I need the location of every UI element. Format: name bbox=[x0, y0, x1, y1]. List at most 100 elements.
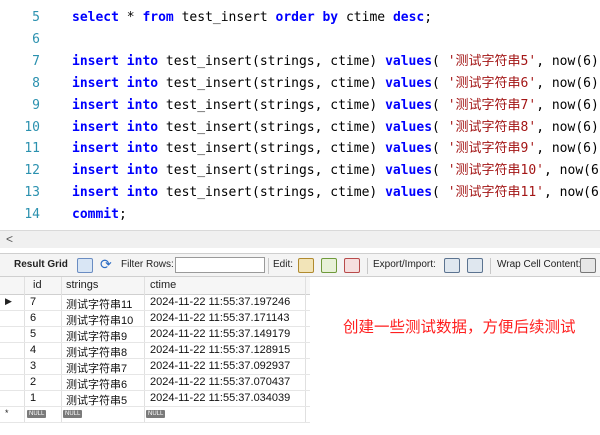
code-line[interactable]: 13 insert into test_insert(strings, ctime… bbox=[0, 182, 600, 203]
new-row[interactable]: * NULL NULL NULL bbox=[0, 407, 310, 423]
table-cell-id[interactable]: 7 bbox=[30, 296, 36, 308]
table-row[interactable]: 4 测试字符串8 2024-11-22 11:55:37.128915 bbox=[0, 343, 310, 359]
sql-keyword: values bbox=[385, 141, 433, 157]
table-cell-ctime[interactable]: 2024-11-22 11:55:37.092937 bbox=[150, 360, 290, 372]
scroll-left-icon[interactable]: < bbox=[6, 232, 13, 246]
line-number: 12 bbox=[24, 163, 40, 179]
sql-text: test_insert(strings, ctime) bbox=[158, 141, 386, 157]
sql-keyword: select bbox=[72, 10, 119, 25]
edit-row-icon[interactable] bbox=[298, 258, 314, 273]
sql-keyword: insert into bbox=[72, 141, 159, 157]
table-cell-strings[interactable]: 测试字符串10 bbox=[66, 312, 133, 328]
sql-keyword: values bbox=[385, 185, 433, 201]
table-cell-strings[interactable]: 测试字符串6 bbox=[66, 376, 127, 392]
table-cell-id[interactable]: 1 bbox=[30, 392, 36, 404]
table-cell-id[interactable]: 5 bbox=[30, 328, 36, 340]
filter-rows-input[interactable] bbox=[175, 257, 265, 273]
line-number: 10 bbox=[24, 119, 40, 135]
sql-text: , now(6)); bbox=[544, 185, 600, 201]
sql-string: '测试字符串11' bbox=[447, 185, 545, 201]
table-cell-ctime[interactable]: 2024-11-22 11:55:37.149179 bbox=[150, 328, 290, 340]
refresh-icon[interactable]: ⟳ bbox=[100, 256, 116, 272]
sql-text: ( bbox=[432, 163, 448, 179]
edit-label: Edit: bbox=[273, 259, 294, 270]
sql-text: ( bbox=[432, 185, 448, 201]
result-grid[interactable]: id strings ctime ▶ 7 测试字符串11 2024-11-22 11:… bbox=[0, 277, 310, 423]
table-cell-id[interactable]: 6 bbox=[30, 312, 36, 324]
code-line[interactable]: 6 bbox=[0, 29, 600, 50]
table-cell-ctime[interactable]: 2024-11-22 11:55:37.070437 bbox=[150, 376, 290, 388]
sql-text: test_insert(strings, ctime) bbox=[158, 119, 386, 135]
code-text: insert into test_insert(strings, ctime) … bbox=[72, 160, 600, 181]
table-cell-strings[interactable]: 测试字符串7 bbox=[66, 360, 127, 376]
table-cell-id[interactable]: 4 bbox=[30, 344, 36, 356]
code-text: commit; bbox=[72, 204, 127, 225]
code-text: insert into test_insert(strings, ctime) … bbox=[72, 73, 600, 94]
line-number: 9 bbox=[32, 97, 40, 113]
export-icon[interactable] bbox=[444, 258, 460, 273]
table-cell-strings[interactable]: 测试字符串9 bbox=[66, 328, 127, 344]
table-cell-ctime[interactable]: 2024-11-22 11:55:37.197246 bbox=[150, 296, 290, 308]
sql-text: , now(6)); bbox=[544, 163, 600, 179]
result-grid-tab[interactable]: Result Grid bbox=[14, 259, 68, 270]
code-line[interactable]: 10 insert into test_insert(strings, ctime… bbox=[0, 117, 600, 138]
column-header-ctime[interactable]: ctime bbox=[150, 279, 176, 291]
null-badge: NULL bbox=[27, 410, 47, 418]
sql-text: test_insert bbox=[173, 10, 276, 25]
result-toolbar: Result Grid ⟳ Filter Rows: Edit: Export/… bbox=[0, 253, 600, 277]
sql-keyword: values bbox=[385, 163, 433, 179]
table-row[interactable]: 2 测试字符串6 2024-11-22 11:55:37.070437 bbox=[0, 375, 310, 391]
table-row[interactable]: ▶ 7 测试字符串11 2024-11-22 11:55:37.197246 bbox=[0, 295, 310, 311]
wrap-cell-label: Wrap Cell Content: bbox=[497, 259, 582, 270]
table-row[interactable]: 3 测试字符串7 2024-11-22 11:55:37.092937 bbox=[0, 359, 310, 375]
sql-keyword: insert into bbox=[72, 119, 159, 135]
code-line[interactable]: 9 insert into test_insert(strings, ctime)… bbox=[0, 95, 600, 116]
table-cell-ctime[interactable]: 2024-11-22 11:55:37.171143 bbox=[150, 312, 289, 324]
table-cell-id[interactable]: 2 bbox=[30, 376, 36, 388]
table-cell-ctime[interactable]: 2024-11-22 11:55:37.034039 bbox=[150, 392, 290, 404]
filter-rows-label: Filter Rows: bbox=[121, 259, 174, 270]
table-row[interactable]: 1 测试字符串5 2024-11-22 11:55:37.034039 bbox=[0, 391, 310, 407]
sql-keyword: insert into bbox=[72, 185, 159, 201]
code-line[interactable]: 11 insert into test_insert(strings, ctime… bbox=[0, 138, 600, 159]
sql-text: ; bbox=[118, 207, 127, 223]
table-cell-strings[interactable]: 测试字符串11 bbox=[66, 296, 132, 312]
table-cell-strings[interactable]: 测试字符串8 bbox=[66, 344, 127, 360]
sql-text: ( bbox=[432, 53, 448, 69]
column-header-strings[interactable]: strings bbox=[66, 279, 98, 291]
column-header-id[interactable]: id bbox=[33, 279, 42, 291]
sql-string: '测试字符串6' bbox=[447, 75, 537, 91]
table-cell-id[interactable]: 3 bbox=[30, 360, 36, 372]
import-icon[interactable] bbox=[467, 258, 483, 273]
sql-text: * bbox=[118, 10, 143, 25]
code-line[interactable]: 7 insert into test_insert(strings, ctime)… bbox=[0, 51, 600, 72]
table-row[interactable]: 5 测试字符串9 2024-11-22 11:55:37.149179 bbox=[0, 327, 310, 343]
sql-text: ( bbox=[432, 97, 448, 113]
line-number: 6 bbox=[32, 31, 40, 47]
toolbar-divider bbox=[268, 258, 269, 274]
code-line[interactable]: 12 insert into test_insert(strings, ctime… bbox=[0, 160, 600, 181]
sql-string: '测试字符串5' bbox=[447, 53, 537, 69]
sql-string: '测试字符串8' bbox=[447, 119, 537, 135]
sql-keyword: insert into bbox=[72, 75, 159, 91]
sql-text: test_insert(strings, ctime) bbox=[158, 75, 386, 91]
sql-editor[interactable]: 5 select * from test_insert order by ctim… bbox=[0, 0, 600, 230]
new-row-marker: * bbox=[5, 408, 9, 418]
add-row-icon[interactable] bbox=[321, 258, 337, 273]
code-line[interactable]: 14 commit; bbox=[0, 204, 600, 225]
wrap-cell-icon[interactable] bbox=[580, 258, 596, 273]
table-cell-strings[interactable]: 测试字符串5 bbox=[66, 392, 127, 408]
sql-string: '测试字符串7' bbox=[447, 97, 537, 113]
code-line[interactable]: 8 insert into test_insert(strings, ctime)… bbox=[0, 73, 600, 94]
delete-row-icon[interactable] bbox=[344, 258, 360, 273]
code-line[interactable]: 5 select * from test_insert order by ctim… bbox=[0, 7, 600, 28]
sql-text: ( bbox=[432, 119, 448, 135]
line-number: 5 bbox=[32, 10, 40, 25]
grid-view-icon[interactable] bbox=[77, 258, 93, 273]
annotation-note: 创建一些测试数据，方便后续测试 bbox=[343, 319, 576, 336]
table-row[interactable]: 6 测试字符串10 2024-11-22 11:55:37.171143 bbox=[0, 311, 310, 327]
table-cell-ctime[interactable]: 2024-11-22 11:55:37.128915 bbox=[150, 344, 290, 356]
export-import-label: Export/Import: bbox=[373, 259, 436, 270]
horizontal-scrollbar[interactable]: < bbox=[0, 230, 600, 248]
sql-keyword: values bbox=[385, 119, 433, 135]
